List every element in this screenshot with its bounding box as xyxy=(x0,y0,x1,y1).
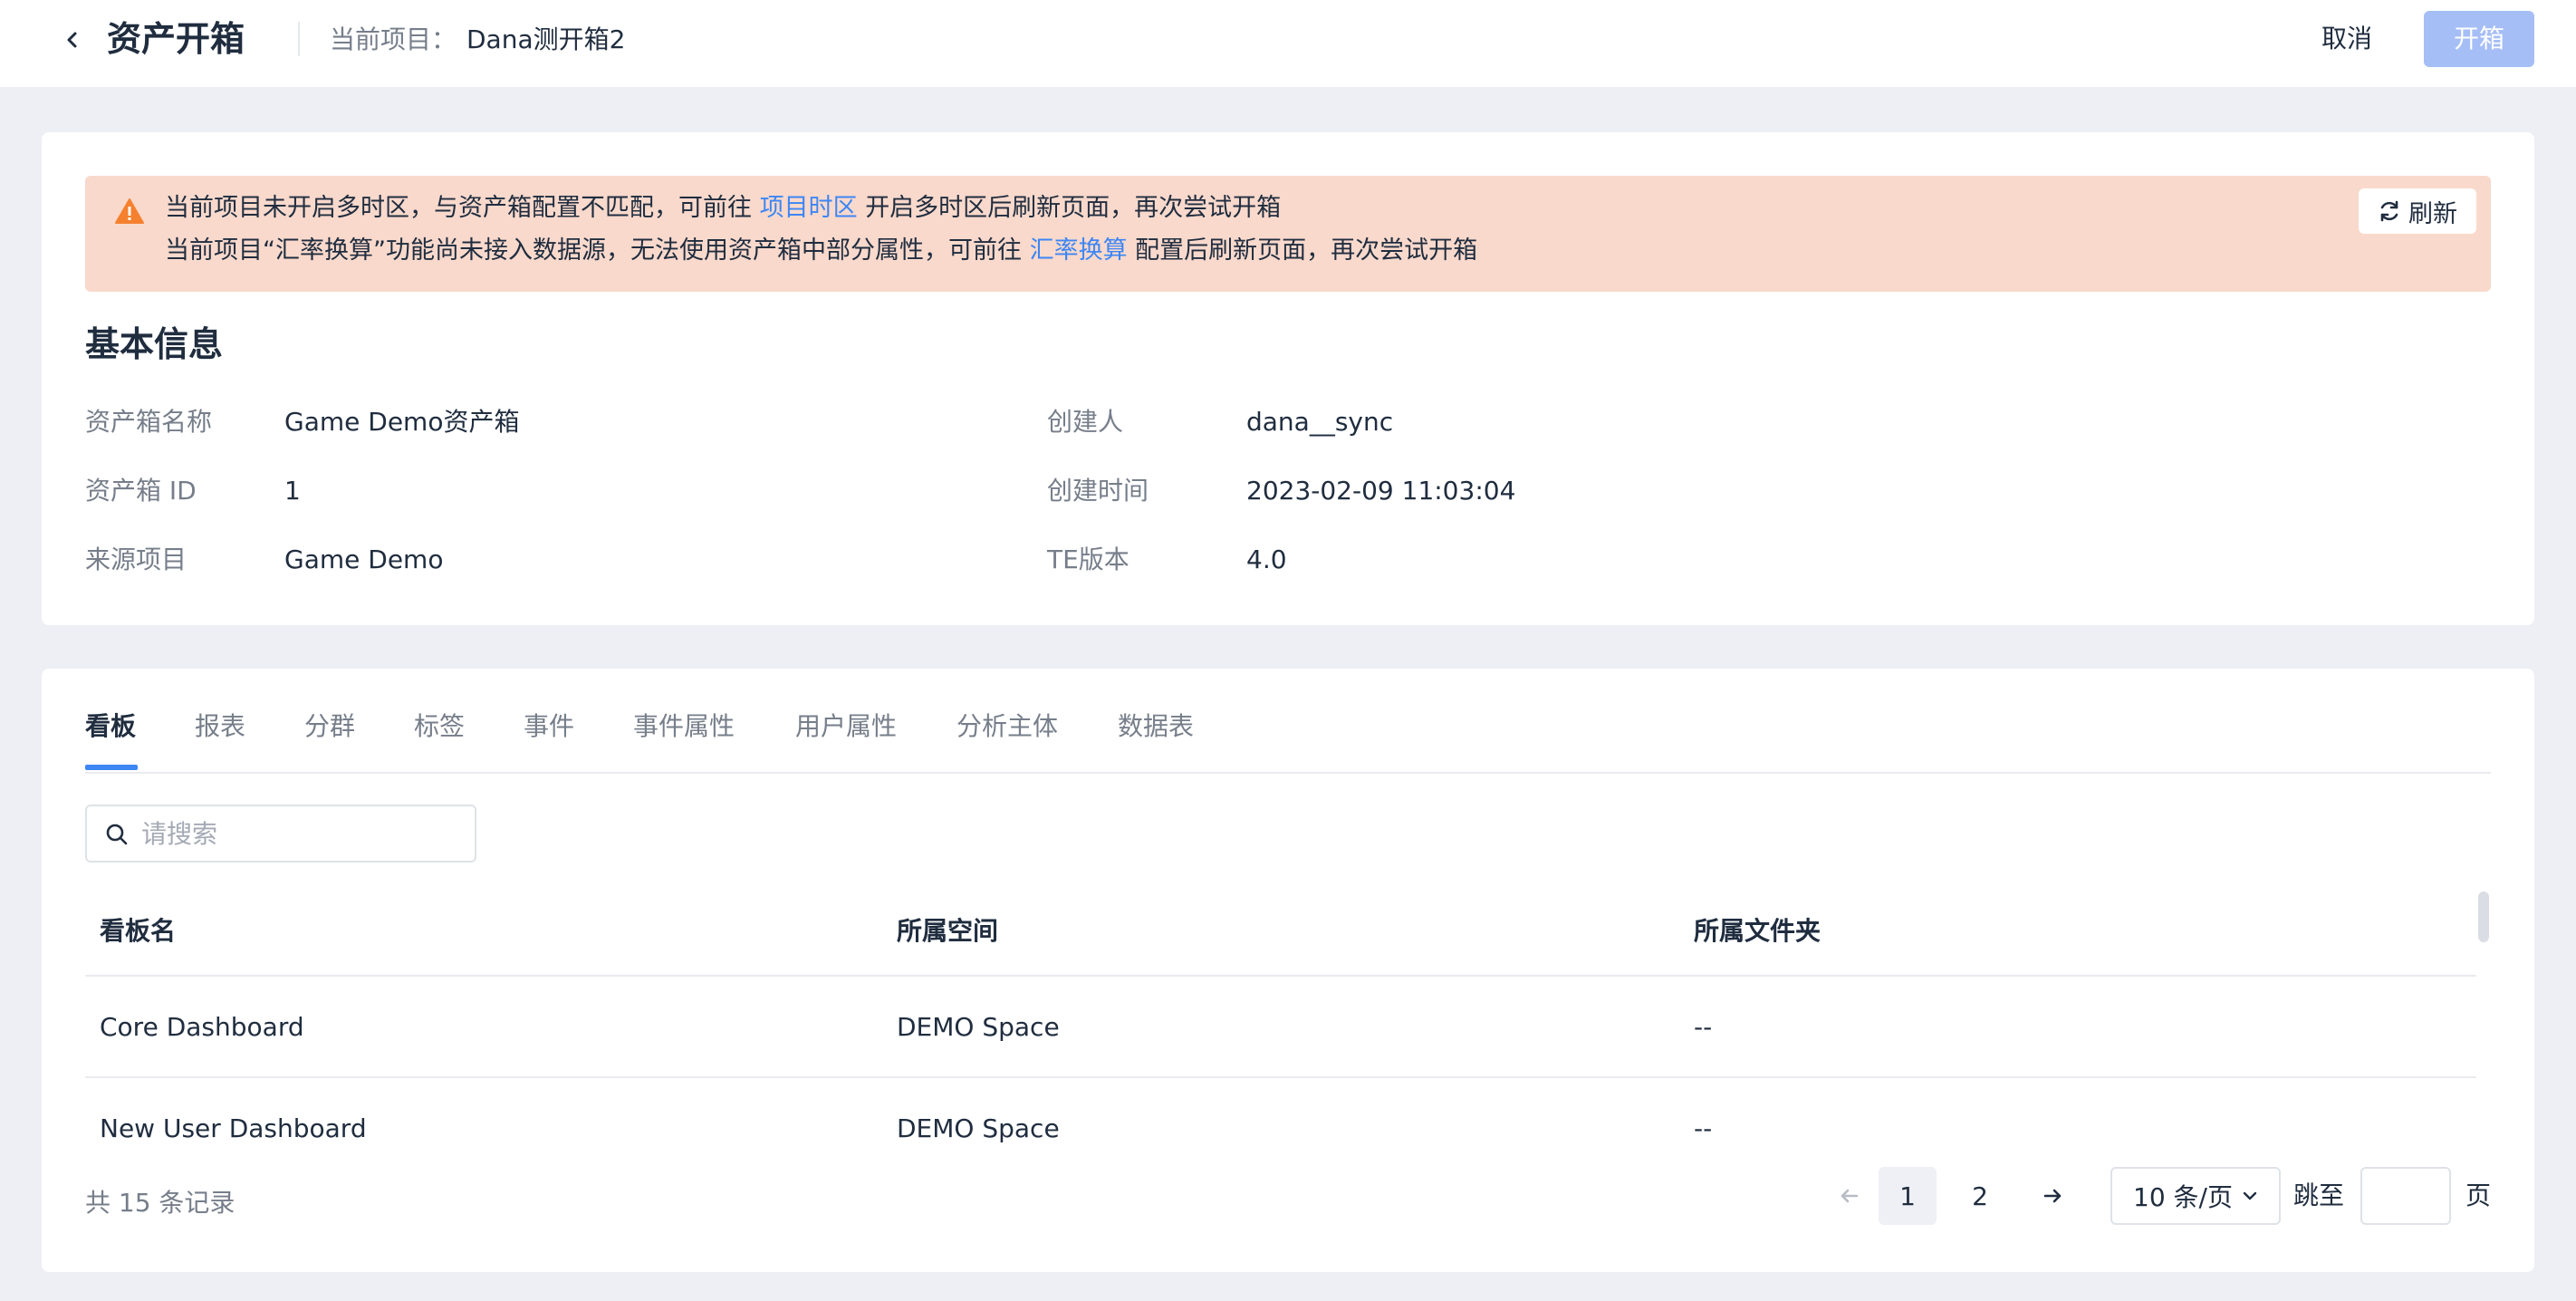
cell-dashboard-name: Core Dashboard xyxy=(100,1012,304,1042)
source-project-label: 来源项目 xyxy=(85,544,187,574)
header-divider xyxy=(85,975,2476,977)
refresh-icon xyxy=(2380,200,2398,222)
current-project-name: Dana测开箱2 xyxy=(466,24,626,54)
tab-cohorts[interactable]: 分群 xyxy=(304,707,355,747)
column-header-space: 所属空间 xyxy=(897,916,999,946)
refresh-label: 刷新 xyxy=(2408,199,2457,228)
tab-reports[interactable]: 报表 xyxy=(195,707,245,747)
created-time-label: 创建时间 xyxy=(1047,476,1149,506)
arrow-left-icon xyxy=(1841,1189,1859,1203)
cell-space: DEMO Space xyxy=(897,1012,1060,1042)
cell-dashboard-name: New User Dashboard xyxy=(100,1113,367,1143)
page-button-2[interactable]: 2 xyxy=(1951,1167,2009,1225)
total-records: 共 15 条记录 xyxy=(85,1188,235,1218)
row-divider xyxy=(85,1076,2476,1078)
title-divider xyxy=(298,22,300,56)
jump-to-page-input[interactable] xyxy=(2360,1167,2451,1225)
search-box[interactable] xyxy=(85,805,476,863)
te-version-value: 4.0 xyxy=(1246,544,1287,574)
alert-line-timezone: 当前项目未开启多时区，与资产箱配置不匹配，可前往 项目时区 开启多时区后刷新页面… xyxy=(165,192,1281,225)
page-size-select[interactable]: 10 条/页 xyxy=(2110,1167,2281,1225)
created-time-value: 2023-02-09 11:03:04 xyxy=(1246,476,1516,506)
cell-space: DEMO Space xyxy=(897,1113,1060,1143)
te-version-label: TE版本 xyxy=(1047,544,1129,574)
cell-folder: -- xyxy=(1694,1113,1713,1143)
prev-page-button[interactable] xyxy=(1821,1167,1879,1225)
page-unit-label: 页 xyxy=(2465,1181,2492,1210)
alert-text: 当前项目“汇率换算”功能尚未接入数据源，无法使用资产箱中部分属性，可前往 xyxy=(165,236,1022,265)
section-title: 基本信息 xyxy=(85,324,224,364)
tab-tags[interactable]: 标签 xyxy=(414,707,465,747)
next-page-button[interactable] xyxy=(2023,1167,2081,1225)
back-button[interactable] xyxy=(56,24,89,56)
chevron-left-icon xyxy=(67,32,77,48)
tab-event-properties[interactable]: 事件属性 xyxy=(633,707,735,747)
column-header-dashboard-name: 看板名 xyxy=(100,916,177,946)
jump-to-label: 跳至 xyxy=(2293,1181,2345,1210)
cancel-button[interactable]: 取消 xyxy=(2306,18,2388,60)
project-timezone-link[interactable]: 项目时区 xyxy=(760,194,858,222)
current-project-label: 当前项目： xyxy=(330,24,457,54)
tab-data-tables[interactable]: 数据表 xyxy=(1118,707,1194,747)
active-tab-indicator xyxy=(85,765,138,770)
page-title: 资产开箱 xyxy=(107,19,245,59)
refresh-button[interactable]: 刷新 xyxy=(2359,188,2476,234)
alert-text: 配置后刷新页面，再次尝试开箱 xyxy=(1135,236,1478,265)
top-bar: 资产开箱 当前项目： Dana测开箱2 取消 开箱 xyxy=(0,0,2576,87)
creator-value: dana__sync xyxy=(1246,407,1394,437)
search-input[interactable] xyxy=(141,806,467,861)
cell-folder: -- xyxy=(1694,1012,1713,1042)
source-project-value: Game Demo xyxy=(284,544,444,574)
box-name-value: Game Demo资产箱 xyxy=(284,407,520,437)
warning-icon xyxy=(115,198,144,224)
arrow-right-icon xyxy=(2043,1189,2062,1203)
assets-list-card: 看板 报表 分群 标签 事件 事件属性 用户属性 分析主体 数据表 看板名 所属… xyxy=(42,669,2534,1272)
alert-line-exchange-rate: 当前项目“汇率换算”功能尚未接入数据源，无法使用资产箱中部分属性，可前往 汇率换… xyxy=(165,235,1477,267)
open-box-button[interactable]: 开箱 xyxy=(2424,11,2534,67)
table-row[interactable]: New User Dashboard DEMO Space -- xyxy=(85,1103,2476,1174)
creator-label: 创建人 xyxy=(1047,407,1124,437)
tabs-divider xyxy=(85,772,2491,774)
tab-user-properties[interactable]: 用户属性 xyxy=(795,707,897,747)
box-id-label: 资产箱 ID xyxy=(85,476,197,506)
alert-text: 当前项目未开启多时区，与资产箱配置不匹配，可前往 xyxy=(165,194,752,222)
box-id-value: 1 xyxy=(284,476,301,506)
table-scrollbar[interactable] xyxy=(2478,891,2489,942)
exchange-rate-link[interactable]: 汇率换算 xyxy=(1030,236,1128,265)
search-icon xyxy=(106,824,128,845)
tab-events[interactable]: 事件 xyxy=(524,707,574,747)
alert-text: 开启多时区后刷新页面，再次尝试开箱 xyxy=(865,194,1282,222)
page-button-1[interactable]: 1 xyxy=(1879,1167,1937,1225)
chevron-down-icon xyxy=(2243,1191,2257,1200)
column-header-folder: 所属文件夹 xyxy=(1694,916,1821,946)
basic-info-card: 当前项目未开启多时区，与资产箱配置不匹配，可前往 项目时区 开启多时区后刷新页面… xyxy=(42,132,2534,625)
box-name-label: 资产箱名称 xyxy=(85,407,213,437)
tab-dashboards[interactable]: 看板 xyxy=(85,707,136,747)
page-size-value: 10 条/页 xyxy=(2133,1182,2233,1212)
tab-analysis-entities[interactable]: 分析主体 xyxy=(956,707,1058,747)
